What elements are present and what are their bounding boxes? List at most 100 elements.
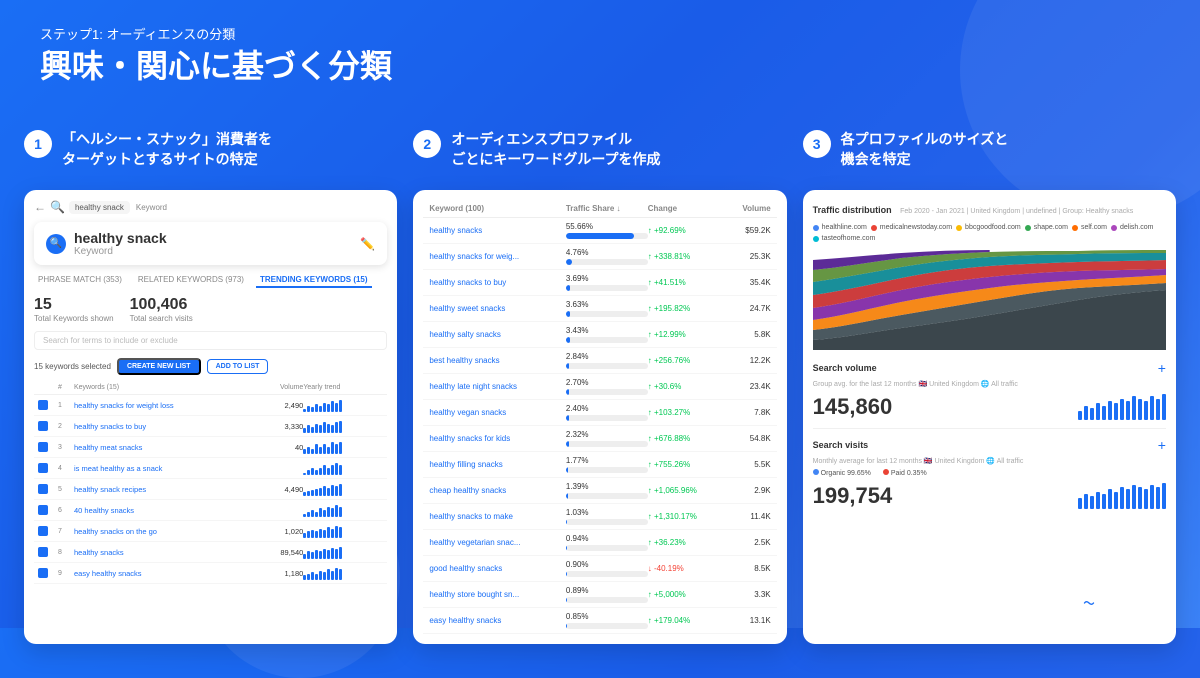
kw-checkbox[interactable]	[38, 505, 48, 515]
kw-text[interactable]: easy healthy snacks	[74, 569, 243, 578]
svt-plus[interactable]: +	[1158, 437, 1166, 453]
trend-bar	[311, 490, 314, 496]
kw-table-header: # Keywords (15) Volume Yearly trend	[34, 381, 387, 395]
kw-volume: 2,490	[243, 401, 303, 410]
mini-bar	[1102, 494, 1106, 509]
kw-text[interactable]: healthy snacks for weight loss	[74, 401, 243, 410]
nav-bar: ← 🔍 healthy snack Keyword	[34, 200, 387, 214]
tt-change: ↑ +36.23%	[648, 538, 716, 547]
tt-kw[interactable]: healthy snacks for kids	[429, 434, 566, 443]
tt-kw[interactable]: healthy snacks to make	[429, 512, 566, 521]
kw-checkbox[interactable]	[38, 421, 48, 431]
main-title: 興味・関心に基づく分類	[40, 47, 392, 85]
col-check	[38, 384, 58, 391]
trend-bar	[307, 574, 310, 580]
legend-dot	[1025, 225, 1031, 231]
tt-share-bar	[566, 519, 648, 525]
tt-kw[interactable]: healthy filling snacks	[429, 460, 566, 469]
tab-trending[interactable]: TRENDING KEYWORDS (15)	[256, 273, 372, 288]
tt-kw[interactable]: healthy sweet snacks	[429, 304, 566, 313]
tt-change: ↑ +338.81%	[648, 252, 716, 261]
tt-col-vol: Volume	[716, 204, 771, 213]
tt-share-fill	[566, 467, 568, 473]
tt-share: 0.85%	[566, 612, 648, 629]
kw-text[interactable]: is meat healthy as a snack	[74, 464, 243, 473]
tt-kw[interactable]: cheap healthy snacks	[429, 486, 566, 495]
kw-checkbox[interactable]	[38, 484, 48, 494]
paid-dot: Paid 0.35%	[883, 469, 927, 477]
tt-share: 0.89%	[566, 586, 648, 603]
tt-kw[interactable]: healthy vegetarian snac...	[429, 538, 566, 547]
kw-text[interactable]: healthy snacks to buy	[74, 422, 243, 431]
trend-bar	[303, 449, 306, 454]
tt-kw[interactable]: healthy salty snacks	[429, 330, 566, 339]
kw-checkbox[interactable]	[38, 547, 48, 557]
trend-bar	[327, 569, 330, 580]
kw-trend	[303, 524, 383, 538]
tt-kw[interactable]: good healthy snacks	[429, 564, 566, 573]
tab-phrase-match[interactable]: PHRASE MATCH (353)	[34, 273, 126, 288]
tt-kw[interactable]: healthy snacks to buy	[429, 278, 566, 287]
tt-share-bar	[566, 623, 648, 629]
trend-bar	[319, 425, 322, 433]
tt-row: healthy snacks to buy3.69%↑ +41.51%35.4K	[423, 270, 776, 296]
kw-checkbox[interactable]	[38, 400, 48, 410]
kw-checkbox[interactable]	[38, 463, 48, 473]
create-list-button[interactable]: CREATE NEW LIST	[117, 358, 201, 375]
tt-share-fill	[566, 311, 570, 317]
trend-bar	[307, 406, 310, 412]
tt-row: best healthy snacks2.84%↑ +256.76%12.2K	[423, 348, 776, 374]
mini-bar	[1132, 485, 1136, 509]
tt-share-text: 1.39%	[566, 482, 648, 491]
back-arrow[interactable]: ←	[34, 200, 46, 214]
tt-kw[interactable]: healthy late night snacks	[429, 382, 566, 391]
trend-bar	[331, 442, 334, 454]
tt-kw[interactable]: healthy snacks	[429, 226, 566, 235]
tt-kw[interactable]: healthy snacks for weig...	[429, 252, 566, 261]
tt-share-bar	[566, 389, 648, 395]
section-2: 2 オーディエンスプロファイル ごとにキーワードグループを作成 Keyword …	[413, 130, 786, 644]
kw-checkbox[interactable]	[38, 568, 48, 578]
kw-num: 1	[58, 402, 74, 409]
tt-kw[interactable]: best healthy snacks	[429, 356, 566, 365]
tt-change: ↑ +103.27%	[648, 408, 716, 417]
tt-row: healthy vegetarian snac...0.94%↑ +36.23%…	[423, 530, 776, 556]
tt-share: 1.03%	[566, 508, 648, 525]
trend-bar	[307, 512, 310, 517]
trend-bar	[327, 550, 330, 559]
kw-row: 1healthy snacks for weight loss2,490	[34, 395, 387, 416]
tt-share-fill	[566, 441, 569, 447]
tt-row: good healthy snacks0.90%↓ -40.19%8.5K	[423, 556, 776, 582]
kw-text[interactable]: healthy meat snacks	[74, 443, 243, 452]
legend-label: self.com	[1081, 224, 1107, 231]
section-3-card: Traffic distribution Feb 2020 - Jan 2021…	[803, 190, 1176, 644]
kw-text[interactable]: healthy snack recipes	[74, 485, 243, 494]
kw-text[interactable]: 40 healthy snacks	[74, 506, 243, 515]
kw-text[interactable]: healthy snacks on the go	[74, 527, 243, 536]
sv-value: 145,860	[813, 394, 893, 420]
trend-bar	[335, 463, 338, 475]
sv-plus[interactable]: +	[1158, 360, 1166, 376]
kw-checkbox[interactable]	[38, 442, 48, 452]
tt-kw[interactable]: easy healthy snacks	[429, 616, 566, 625]
add-to-list-button[interactable]: ADD TO LIST	[207, 359, 269, 374]
kw-filter-input[interactable]: Search for terms to include or exclude	[34, 331, 387, 350]
edit-icon[interactable]: ✏️	[360, 237, 375, 251]
mini-bar	[1090, 408, 1094, 420]
tt-row: healthy salty snacks3.43%↑ +12.99%5.8K	[423, 322, 776, 348]
kw-text[interactable]: healthy snacks	[74, 548, 243, 557]
section-2-header: 2 オーディエンスプロファイル ごとにキーワードグループを作成	[413, 130, 786, 178]
trend-bar	[331, 508, 334, 517]
kw-trend	[303, 461, 383, 475]
tt-row: cheap healthy snacks1.39%↑ +1,065.96%2.9…	[423, 478, 776, 504]
kw-volume: 89,540	[243, 548, 303, 557]
mini-bar	[1150, 485, 1154, 509]
tt-kw[interactable]: healthy store bought sn...	[429, 590, 566, 599]
trend-bar	[327, 468, 330, 475]
tt-kw[interactable]: healthy vegan snacks	[429, 408, 566, 417]
header: ステップ1: オーディエンスの分類 興味・関心に基づく分類	[40, 24, 392, 85]
trend-bar	[315, 404, 318, 412]
mini-bar	[1120, 399, 1124, 420]
tab-related[interactable]: RELATED KEYWORDS (973)	[134, 273, 248, 288]
kw-checkbox[interactable]	[38, 526, 48, 536]
